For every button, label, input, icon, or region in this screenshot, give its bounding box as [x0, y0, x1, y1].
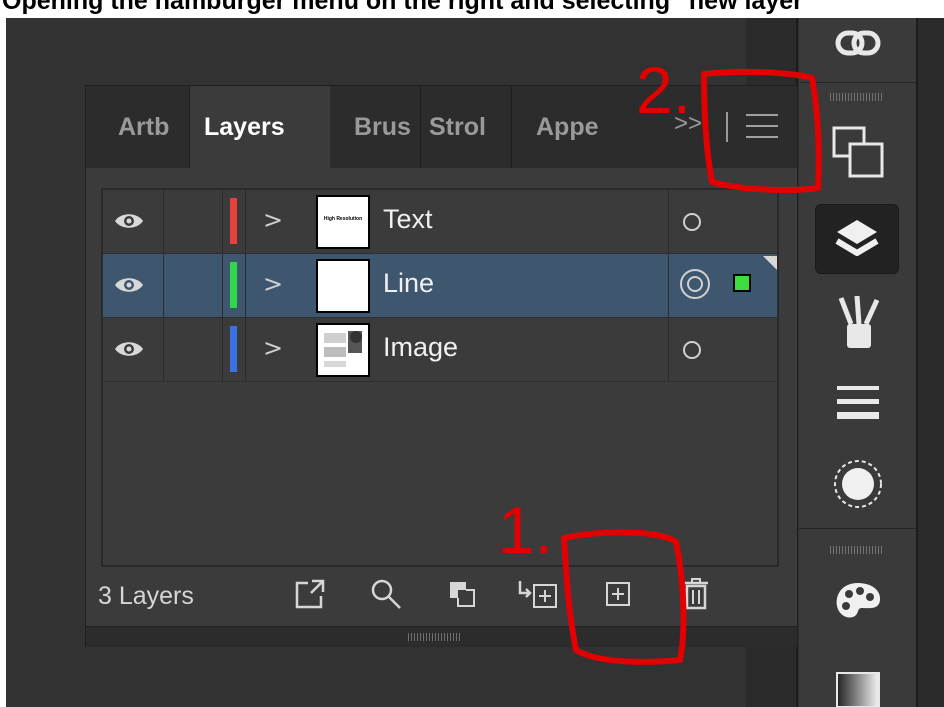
appearance-panel-button[interactable] [817, 450, 899, 518]
artboards-panel-button[interactable] [817, 118, 899, 186]
new-layer-button[interactable] [598, 574, 638, 614]
new-layer-icon [606, 582, 630, 606]
layers-icon [835, 220, 879, 256]
layer-row-line[interactable]: > Line [103, 254, 777, 318]
layer-row-text[interactable]: > High Resolution Text [103, 190, 777, 254]
layers-panel: Artb Layers Brus Strol Appe > > > High Re… [85, 85, 798, 647]
tab-stroke[interactable]: Strol [421, 86, 512, 168]
chevron-right-icon[interactable]: > [263, 206, 283, 234]
toolbar-grip[interactable] [830, 546, 882, 554]
tab-bar-separator [726, 112, 728, 142]
layer-name[interactable]: Line [383, 268, 434, 299]
export-icon [295, 579, 325, 609]
tab-label: Appe [536, 112, 599, 141]
thumbnail-text: High Resolution [323, 216, 363, 222]
gradient-icon [836, 672, 880, 707]
layer-color-bar [230, 326, 237, 372]
color-palette-icon [836, 583, 881, 618]
gradient-panel-button[interactable] [817, 654, 899, 707]
current-layer-corner-indicator [763, 256, 777, 270]
layer-thumbnail [316, 323, 370, 377]
new-sublayer-icon [518, 581, 557, 608]
stroke-panel-button[interactable] [817, 368, 899, 436]
brushes-panel-button[interactable] [817, 288, 899, 356]
eye-icon[interactable] [113, 210, 145, 232]
tab-label: Brus [354, 112, 411, 141]
tab-brushes[interactable]: Brus [330, 86, 421, 168]
annotation-step1-label: 1. [498, 493, 554, 567]
hamburger-menu-icon[interactable] [746, 112, 778, 140]
layers-list: > High Resolution Text > Line > Image [101, 188, 779, 567]
locate-object-button[interactable] [366, 574, 406, 614]
link-icon [835, 30, 881, 56]
export-button[interactable] [290, 574, 330, 614]
eye-icon[interactable] [113, 338, 145, 360]
tab-label: Layers [204, 112, 285, 141]
color-panel-button[interactable] [817, 568, 899, 636]
selection-square-icon[interactable] [733, 274, 751, 292]
brushes-icon [838, 295, 880, 348]
links-panel-button[interactable] [817, 18, 899, 68]
search-icon [371, 579, 401, 609]
layer-row-image[interactable]: > Image [103, 318, 777, 382]
chevron-right-icon[interactable]: > [263, 270, 283, 298]
stroke-icon [837, 386, 879, 419]
delete-layer-button[interactable] [676, 574, 716, 614]
eye-icon[interactable] [113, 274, 145, 296]
layer-color-bar [230, 262, 237, 308]
artboards-icon [832, 126, 884, 178]
layer-color-bar [230, 198, 237, 244]
image-thumbnail-icon [324, 331, 362, 367]
chevron-right-icon[interactable]: > [263, 334, 283, 362]
caption-strip: Opening the hamburger menu on the right … [0, 0, 944, 18]
tab-appearance[interactable]: Appe [512, 86, 604, 168]
toolbar-divider [799, 528, 916, 529]
layer-name[interactable]: Text [383, 204, 433, 235]
layers-panel-button[interactable] [815, 204, 899, 274]
appearance-icon [834, 460, 882, 508]
tab-layers[interactable]: Layers [190, 86, 330, 168]
right-dock-edge [918, 18, 944, 707]
annotation-step2-label: 2. [636, 53, 692, 127]
caption-text: Opening the hamburger menu on the right … [2, 0, 815, 15]
target-circle-icon[interactable] [683, 213, 701, 231]
clipping-mask-button[interactable] [442, 574, 482, 614]
tab-label: Strol [429, 112, 486, 141]
new-sublayer-button[interactable] [514, 574, 562, 614]
panel-dock-toolbar [799, 18, 916, 707]
trash-icon [684, 578, 708, 610]
layer-thumbnail: High Resolution [316, 195, 370, 249]
toolbar-divider [799, 82, 916, 83]
toolbar-grip[interactable] [830, 93, 882, 101]
target-selected-icon[interactable] [680, 269, 710, 299]
tab-artboards[interactable]: Artb [86, 86, 190, 168]
panel-resize-handle[interactable] [86, 626, 797, 647]
tab-label: Artb [118, 112, 170, 141]
layer-name[interactable]: Image [383, 332, 458, 363]
target-circle-icon[interactable] [683, 341, 701, 359]
layer-count: 3 Layers [98, 582, 194, 610]
clipping-mask-icon [450, 582, 475, 607]
layer-thumbnail [316, 259, 370, 313]
